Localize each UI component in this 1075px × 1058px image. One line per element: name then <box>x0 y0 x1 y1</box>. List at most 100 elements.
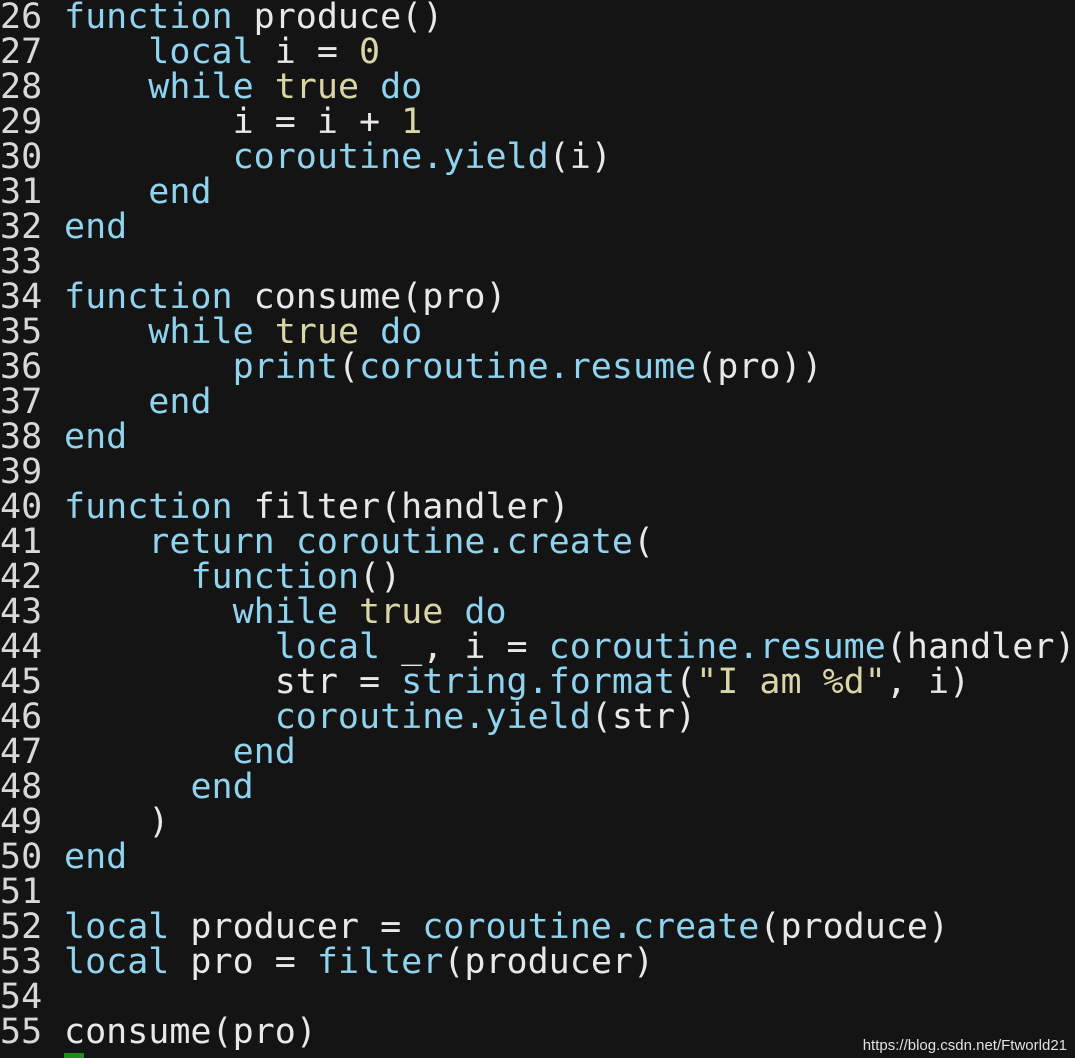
code-line[interactable]: 34 function consume(pro) <box>0 280 1075 315</box>
code-token: true <box>274 312 360 352</box>
code-token: "I am %d" <box>696 662 886 702</box>
code-token: while <box>148 67 254 107</box>
code-token: (str) <box>590 697 697 737</box>
line-number: 54 <box>0 977 43 1017</box>
code-token: end <box>148 382 212 422</box>
code-token: end <box>64 207 128 247</box>
line-text[interactable]: while true do <box>64 595 507 630</box>
code-line[interactable]: 50 end <box>0 840 1075 875</box>
code-token: end <box>148 172 212 212</box>
code-line[interactable]: 27 local i = 0 <box>0 35 1075 70</box>
code-line[interactable]: 42 function() <box>0 560 1075 595</box>
code-line[interactable]: 35 while true do <box>0 315 1075 350</box>
line-text[interactable]: function() <box>64 560 401 595</box>
code-editor[interactable]: 26 function produce() 27 local i = 0 28 whi… <box>0 0 1075 1058</box>
code-line[interactable]: 40 function filter(handler) <box>0 490 1075 525</box>
code-line[interactable]: 39 <box>0 455 1075 490</box>
code-line[interactable]: 48 end <box>0 770 1075 805</box>
code-token: ( <box>675 662 697 702</box>
line-number: 33 <box>0 242 43 282</box>
line-text[interactable]: ) <box>64 805 169 840</box>
code-line[interactable]: 52 local producer = coroutine.create(prod… <box>0 910 1075 945</box>
code-line[interactable]: 32 end <box>0 210 1075 245</box>
line-text[interactable]: coroutine.yield(str) <box>64 700 696 735</box>
code-line[interactable]: 45 str = string.format("I am %d", i) <box>0 665 1075 700</box>
line-text[interactable]: end <box>64 420 127 455</box>
code-line[interactable]: 26 function produce() <box>0 0 1075 35</box>
code-line[interactable]: 29 i = i + 1 <box>0 105 1075 140</box>
line-number: 52 <box>0 907 43 947</box>
watermark: https://blog.csdn.net/Ftworld21 <box>862 1037 1067 1054</box>
line-text[interactable]: end <box>64 770 253 805</box>
code-token: coroutine.resume <box>359 347 697 387</box>
line-text[interactable]: return coroutine.create( <box>64 525 654 560</box>
code-token: coroutine.create <box>422 907 760 947</box>
code-line[interactable]: 30 coroutine.yield(i) <box>0 140 1075 175</box>
code-token: consume(pro) <box>64 1012 317 1052</box>
line-text[interactable]: end <box>64 172 212 212</box>
line-text[interactable]: consume(pro) <box>64 1015 317 1050</box>
line-text[interactable]: local i = 0 <box>64 35 380 70</box>
code-token: (producer) <box>443 942 655 982</box>
code-token: _, i = <box>380 627 549 667</box>
line-text[interactable]: local _, i = coroutine.resume(handler) <box>64 630 1075 665</box>
code-line[interactable]: 36 print(coroutine.resume(pro)) <box>0 350 1075 385</box>
line-text[interactable]: while true do <box>64 315 422 350</box>
line-number: 53 <box>0 942 43 982</box>
line-text[interactable]: end <box>64 735 296 770</box>
code-token: print <box>232 347 338 387</box>
code-line[interactable]: 33 <box>0 245 1075 280</box>
line-number: 39 <box>0 452 43 492</box>
code-token: , i) <box>885 662 971 702</box>
code-line[interactable]: 49 ) <box>0 805 1075 840</box>
line-text[interactable]: local pro = filter(producer) <box>64 945 654 980</box>
line-number: 49 <box>0 802 43 842</box>
code-line[interactable]: 37 end <box>0 385 1075 420</box>
line-number: 55 <box>0 1012 43 1052</box>
code-line[interactable]: 53 local pro = filter(producer) <box>0 945 1075 980</box>
line-text[interactable]: end <box>64 840 127 875</box>
code-area[interactable]: 26 function produce() 27 local i = 0 28 whi… <box>0 0 1075 1050</box>
code-line[interactable]: 44 local _, i = coroutine.resume(handler… <box>0 630 1075 665</box>
code-line[interactable]: 38 end <box>0 420 1075 455</box>
code-token: end <box>64 417 128 457</box>
code-line[interactable]: 51 <box>0 875 1075 910</box>
code-token: filter <box>316 942 444 982</box>
code-line[interactable]: 43 while true do <box>0 595 1075 630</box>
code-line[interactable]: 54 <box>0 980 1075 1015</box>
line-text[interactable]: function produce() <box>64 0 443 35</box>
line-text[interactable]: print(coroutine.resume(pro)) <box>64 350 823 385</box>
line-text[interactable]: local producer = coroutine.create(produc… <box>64 910 949 945</box>
code-token: return <box>148 522 275 562</box>
code-line[interactable]: 41 return coroutine.create( <box>0 525 1075 560</box>
line-number: 41 <box>0 522 43 562</box>
line-number: 31 <box>0 172 43 212</box>
code-token: () <box>359 557 402 597</box>
line-text[interactable]: end <box>64 210 127 245</box>
code-line[interactable]: 47 end <box>0 735 1075 770</box>
code-line[interactable]: 46 coroutine.yield(str) <box>0 700 1075 735</box>
code-line[interactable]: 28 while true do <box>0 70 1075 105</box>
line-text[interactable]: end <box>64 382 212 422</box>
line-number: 50 <box>0 837 43 877</box>
line-number: 45 <box>0 662 43 702</box>
line-text[interactable]: str = string.format("I am %d", i) <box>64 665 970 700</box>
code-token: ) <box>64 802 170 842</box>
line-text[interactable]: function filter(handler) <box>64 490 570 525</box>
code-line[interactable]: 31 end <box>0 175 1075 210</box>
line-text[interactable]: function consume(pro) <box>64 280 507 315</box>
line-text[interactable]: coroutine.yield(i) <box>64 140 612 175</box>
line-text[interactable]: i = i + 1 <box>64 105 423 140</box>
code-token: pro = <box>169 942 317 982</box>
line-number: 42 <box>0 557 43 597</box>
line-text[interactable]: while true do <box>64 70 422 105</box>
code-token: function <box>64 277 233 317</box>
line-number: 37 <box>0 382 43 422</box>
code-token: true <box>274 67 360 107</box>
